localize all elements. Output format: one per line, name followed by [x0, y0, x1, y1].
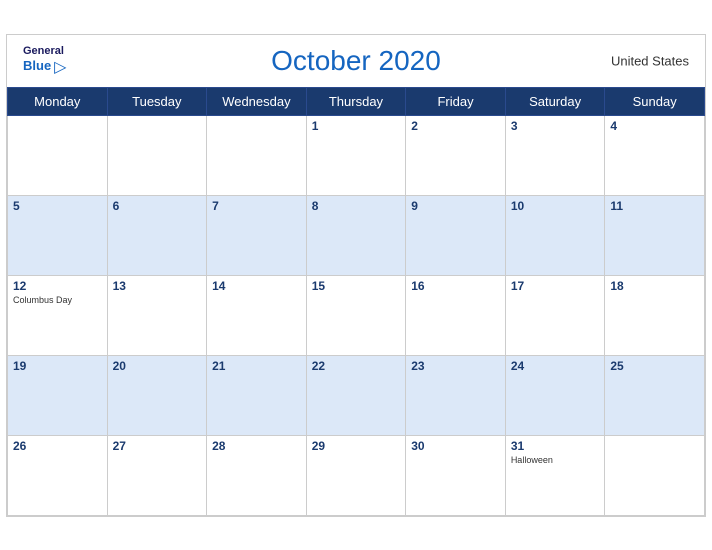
day-number: 4 [610, 119, 699, 133]
calendar-cell: 4 [605, 115, 705, 195]
week-row-2: 56789 10 11 [8, 195, 705, 275]
calendar-cell [8, 115, 108, 195]
day-number: 11 [610, 199, 699, 213]
calendar-cell: 10 [505, 195, 605, 275]
calendar-cell: 26 [8, 435, 108, 515]
calendar-cell: 22 [306, 355, 406, 435]
calendar-cell: 8 [306, 195, 406, 275]
day-number: 2 [411, 119, 500, 133]
day-number: 8 [312, 199, 401, 213]
calendar-cell: 25 [605, 355, 705, 435]
day-number: 10 [511, 199, 600, 213]
calendar-cell: 5 [8, 195, 108, 275]
calendar-cell: 19 [8, 355, 108, 435]
day-number: 13 [113, 279, 202, 293]
calendar-cell: 27 [107, 435, 207, 515]
day-number: 30 [411, 439, 500, 453]
weekday-header-friday: Friday [406, 87, 506, 115]
calendar-header: General Blue ▷ October 2020 United State… [7, 35, 705, 87]
weekday-header-thursday: Thursday [306, 87, 406, 115]
day-number: 17 [511, 279, 600, 293]
calendar-cell: 9 [406, 195, 506, 275]
calendar-cell: 12 Columbus Day [8, 275, 108, 355]
calendar-cell: 28 [207, 435, 307, 515]
calendar-cell: 14 [207, 275, 307, 355]
calendar-cell: 31 Halloween [505, 435, 605, 515]
calendar-cell [605, 435, 705, 515]
calendar-cell: 24 [505, 355, 605, 435]
day-number: 23 [411, 359, 500, 373]
calendar-cell: 15 [306, 275, 406, 355]
calendar-cell: 7 [207, 195, 307, 275]
calendar-cell: 16 [406, 275, 506, 355]
logo-bird-icon: ▷ [54, 57, 66, 77]
calendar-cell: 1 [306, 115, 406, 195]
calendar-cell: 6 [107, 195, 207, 275]
calendar-cell: 11 [605, 195, 705, 275]
day-number: 31 [511, 439, 600, 453]
day-number: 22 [312, 359, 401, 373]
day-number: 15 [312, 279, 401, 293]
day-number: 16 [411, 279, 500, 293]
week-row-4: 19 20 21 22 23 24 25 [8, 355, 705, 435]
calendar-cell: 2 [406, 115, 506, 195]
week-row-5: 26 27 28 29 30 31 Halloween [8, 435, 705, 515]
day-number: 6 [113, 199, 202, 213]
event-label: Halloween [511, 455, 600, 465]
weekday-header-saturday: Saturday [505, 87, 605, 115]
week-row-3: 12 Columbus Day 13 14 15 16 17 18 [8, 275, 705, 355]
calendar-cell [207, 115, 307, 195]
day-number: 26 [13, 439, 102, 453]
day-number: 21 [212, 359, 301, 373]
day-number: 18 [610, 279, 699, 293]
day-number: 3 [511, 119, 600, 133]
week-row-1: 1234 [8, 115, 705, 195]
day-number: 1 [312, 119, 401, 133]
day-number: 28 [212, 439, 301, 453]
calendar-cell: 13 [107, 275, 207, 355]
calendar-cell: 21 [207, 355, 307, 435]
logo: General Blue ▷ [23, 44, 66, 76]
event-label: Columbus Day [13, 295, 102, 305]
day-number: 14 [212, 279, 301, 293]
day-number: 27 [113, 439, 202, 453]
calendar: General Blue ▷ October 2020 United State… [6, 34, 706, 517]
calendar-title: October 2020 [271, 45, 441, 77]
day-number: 9 [411, 199, 500, 213]
day-number: 19 [13, 359, 102, 373]
day-number: 5 [13, 199, 102, 213]
weekday-header-row: MondayTuesdayWednesdayThursdayFridaySatu… [8, 87, 705, 115]
day-number: 7 [212, 199, 301, 213]
day-number: 24 [511, 359, 600, 373]
logo-blue: Blue [23, 59, 51, 73]
day-number: 25 [610, 359, 699, 373]
calendar-cell [107, 115, 207, 195]
calendar-cell: 23 [406, 355, 506, 435]
weekday-header-monday: Monday [8, 87, 108, 115]
weekday-header-tuesday: Tuesday [107, 87, 207, 115]
calendar-cell: 30 [406, 435, 506, 515]
day-number: 12 [13, 279, 102, 293]
calendar-cell: 18 [605, 275, 705, 355]
weekday-header-sunday: Sunday [605, 87, 705, 115]
country-label: United States [611, 53, 689, 68]
calendar-cell: 17 [505, 275, 605, 355]
calendar-cell: 29 [306, 435, 406, 515]
day-number: 20 [113, 359, 202, 373]
weekday-header-wednesday: Wednesday [207, 87, 307, 115]
calendar-cell: 20 [107, 355, 207, 435]
calendar-cell: 3 [505, 115, 605, 195]
calendar-table: MondayTuesdayWednesdayThursdayFridaySatu… [7, 87, 705, 516]
day-number: 29 [312, 439, 401, 453]
logo-general: General [23, 44, 66, 56]
